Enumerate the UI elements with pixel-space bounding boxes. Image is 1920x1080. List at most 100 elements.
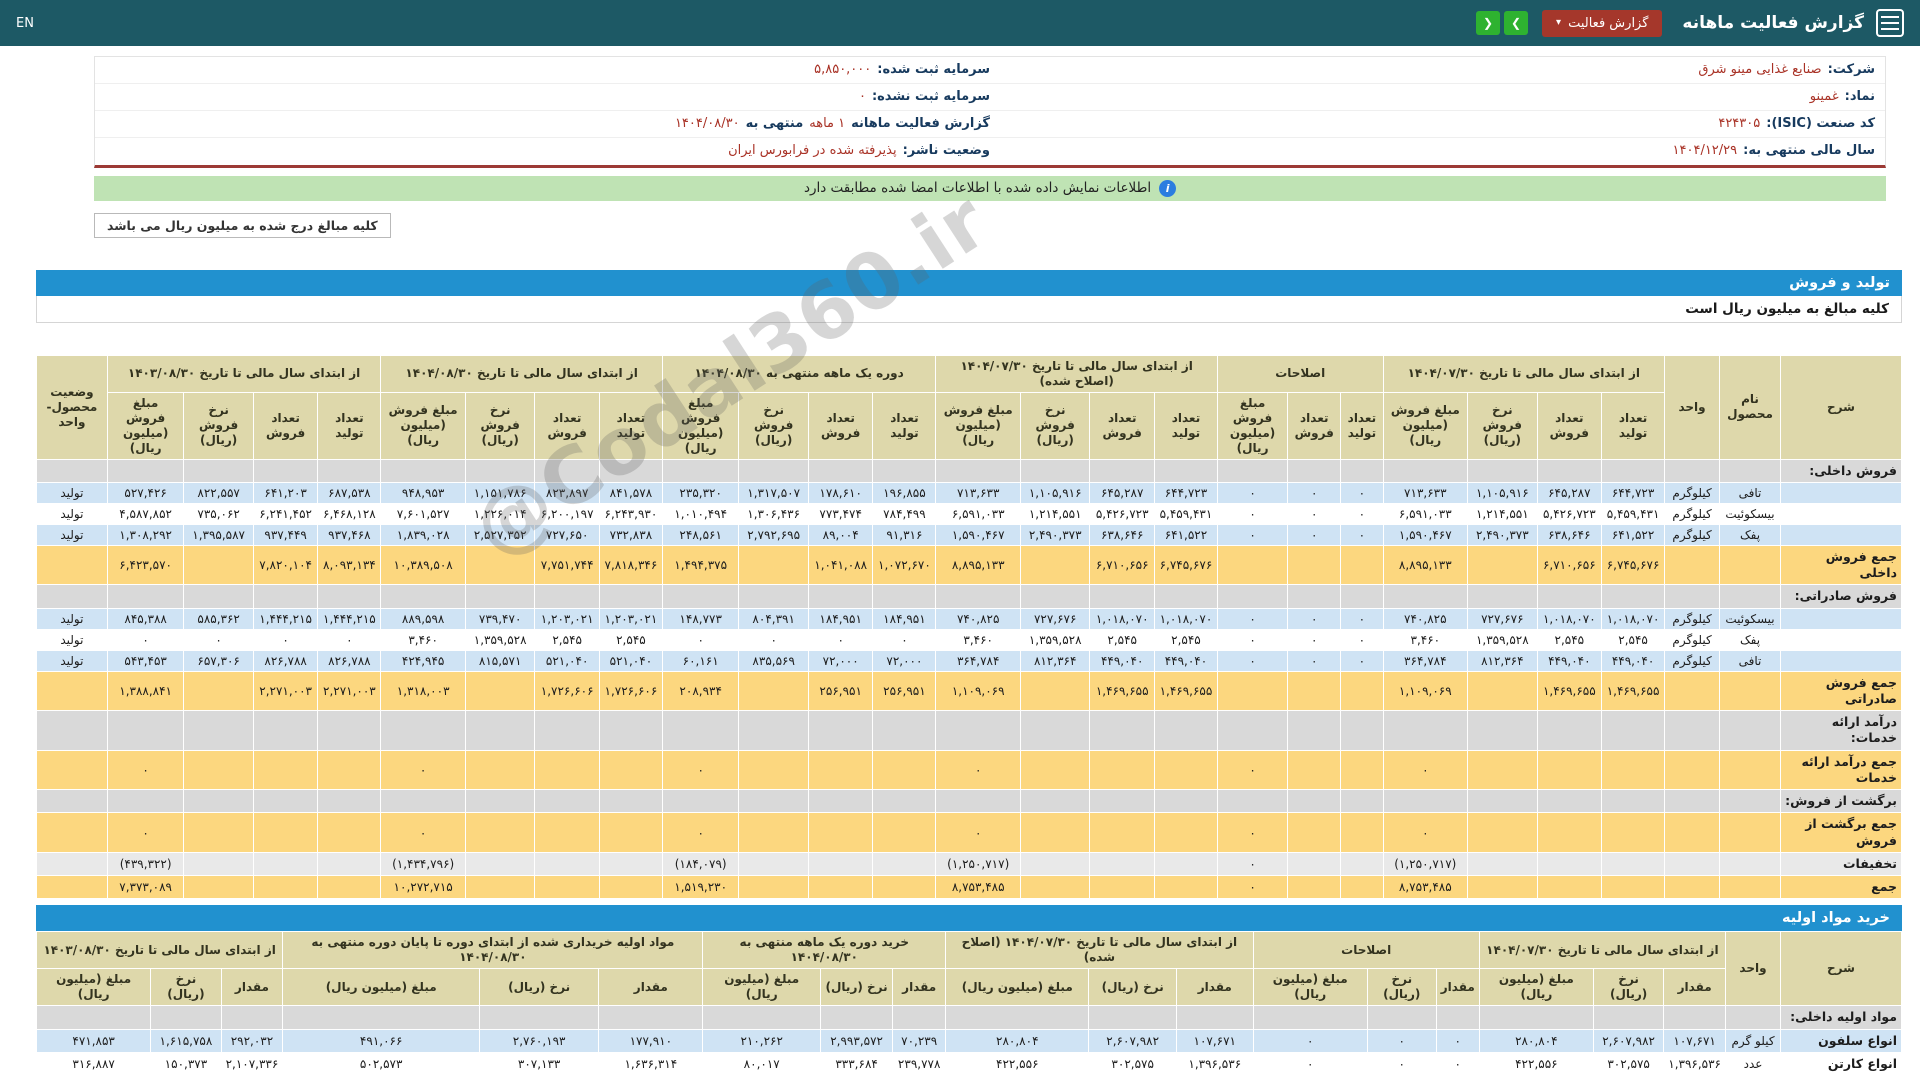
value-cell <box>1601 710 1666 751</box>
value-cell: ۱,۳۵۹,۵۲۸ <box>464 628 536 651</box>
value-cell: ۸۲۲,۵۵۷ <box>183 481 254 504</box>
row-label: انواع کارتن <box>1780 1051 1902 1077</box>
row-label <box>1780 502 1902 525</box>
isic-label: کد صنعت (ISIC): <box>1766 116 1875 132</box>
value-cell: ۷۳۵,۰۶۲ <box>183 502 254 525</box>
value-cell: ۲,۹۹۳,۵۷۲ <box>819 1028 894 1053</box>
value-cell <box>1467 789 1538 814</box>
row-meta <box>1719 851 1781 877</box>
report-export-icon[interactable] <box>1876 9 1904 37</box>
value-cell: (۱,۴۳۴,۷۹۶) <box>380 851 466 877</box>
value-cell: ۲,۲۷۱,۰۰۳ <box>317 670 382 712</box>
value-cell: ۱,۳۰۶,۴۳۶ <box>738 502 809 525</box>
prev-report-button[interactable]: ❯ <box>1504 11 1529 35</box>
value-cell <box>807 710 874 751</box>
value-cell: ۷۰,۲۳۹ <box>892 1028 947 1053</box>
disc-row: تخفیفات (۱,۲۵۰,۷۱۷) ۰ (۱,۲۵۰,۷۱۷) (۱۸۴,۰۷۹) (… <box>36 851 1902 877</box>
value-cell: ۲,۴۹۰,۳۷۳ <box>1019 523 1091 546</box>
value-cell <box>464 875 536 900</box>
row-label <box>1780 628 1902 651</box>
value-cell: ۴۴۹,۰۴۰ <box>1089 649 1155 672</box>
info-row: سال مالی منتهی به: ۱۴۰۴/۱۲/۲۹ وضعیت ناشر… <box>95 138 1885 164</box>
column-group-header: اصلاحات <box>1216 354 1384 393</box>
sum-row: جمع ۸,۷۵۳,۴۸۵ ۰ ۸,۷۵۳,۴۸۵ ۱,۵۱۹,۲۳۰ ۱۰,۲۷۲,۷۱… <box>36 875 1902 900</box>
value-cell <box>534 789 600 814</box>
row-label <box>1780 649 1902 672</box>
status-cell <box>36 544 108 586</box>
value-cell: ۱,۳۸۸,۸۴۱ <box>106 670 185 712</box>
report-period-mid: منتهی به <box>745 116 804 132</box>
value-cell: ۱,۳۹۶,۵۳۶ <box>1175 1051 1254 1077</box>
value-cell: ۹۴۸,۹۵۳ <box>380 481 466 504</box>
value-cell: ۱,۳۱۸,۰۰۳ <box>380 670 466 712</box>
value-cell <box>464 749 536 791</box>
value-cell: ۸۹,۰۰۴ <box>807 523 874 546</box>
value-cell: ۱۸۴,۹۵۱ <box>807 607 874 630</box>
value-cell <box>1019 812 1091 853</box>
value-cell: ۸۱۲,۳۶۴ <box>1467 649 1538 672</box>
column-subheader: مبلغ فروش (میلیون ریال) <box>661 391 740 460</box>
column-subheader: تعداد تولید <box>1153 391 1218 460</box>
value-cell: ۰ <box>1287 502 1342 525</box>
value-cell <box>317 789 382 814</box>
value-cell: ۰ <box>1216 628 1289 651</box>
value-cell: ۰ <box>380 812 466 853</box>
sum-row: جمع فروش صادراتی ۱,۴۶۹,۶۵۵ ۱,۴۶۹,۶۵۵ ۱,۱۰۹,… <box>36 670 1902 712</box>
product-row: پفک کیلوگرم ۶۴۱,۵۲۲ ۶۳۸,۶۴۶ ۲,۴۹۰,۳۷۳ ۱,۵۹۰,۴… <box>36 523 1902 546</box>
value-cell: ۶,۴۶۸,۱۲۸ <box>317 502 382 525</box>
value-cell: ۸۰۴,۳۹۱ <box>738 607 809 630</box>
language-toggle[interactable]: EN <box>16 16 34 31</box>
value-cell <box>661 789 740 814</box>
value-cell <box>1216 458 1289 483</box>
value-cell <box>1536 812 1603 853</box>
value-cell <box>220 1005 284 1030</box>
company-value[interactable]: صنایع غذایی مینو شرق <box>1698 60 1821 80</box>
column-group-header: از ابتدای سال مالی تا تاریخ ۱۴۰۴/۰۷/۳۰ (… <box>945 931 1254 970</box>
value-cell <box>464 812 536 853</box>
value-cell <box>807 749 874 791</box>
value-cell <box>464 584 536 609</box>
value-cell: ۱,۲۱۴,۵۵۱ <box>1019 502 1091 525</box>
value-cell: ۶۸۷,۵۳۸ <box>317 481 382 504</box>
value-cell: ۹۳۷,۴۶۸ <box>317 523 382 546</box>
value-cell <box>1216 544 1289 586</box>
report-type-dropdown[interactable]: گزارش فعالیت ▾ <box>1542 9 1663 37</box>
column-subheader: تعداد فروش <box>1536 391 1603 460</box>
column-subheader: مبلغ فروش (میلیون ریال) <box>935 391 1021 460</box>
value-cell <box>464 458 536 483</box>
row-label: فروش صادراتی: <box>1780 584 1902 609</box>
value-cell <box>807 875 874 900</box>
value-cell <box>1536 584 1603 609</box>
row-meta <box>1719 670 1781 712</box>
value-cell: ۸,۸۹۵,۱۳۳ <box>1382 544 1469 586</box>
value-cell: ۱,۷۲۶,۶۰۶ <box>534 670 600 712</box>
value-cell: ۲,۵۴۵ <box>534 628 600 651</box>
value-cell <box>380 584 466 609</box>
value-cell <box>807 812 874 853</box>
column-subheader: مبلغ (میلیون ریال) <box>1478 968 1594 1007</box>
value-cell <box>1019 584 1091 609</box>
column-subheader: مقدار <box>1663 968 1726 1007</box>
value-cell: ۶۳۸,۶۴۶ <box>1536 523 1603 546</box>
column-subheader: نرخ فروش (ریال) <box>464 391 536 460</box>
value-cell <box>1592 1005 1665 1030</box>
row-meta <box>1664 749 1721 791</box>
section-row: برگشت از فروش: <box>36 789 1902 814</box>
value-cell <box>738 812 809 853</box>
value-cell <box>252 875 319 900</box>
column-subheader: تعداد فروش <box>807 391 874 460</box>
row-meta: کیلوگرم <box>1664 628 1721 651</box>
value-cell: ۶,۷۴۵,۶۷۶ <box>1153 544 1218 586</box>
value-cell: ۷۷۳,۴۷۴ <box>807 502 874 525</box>
symbol-label: نماد: <box>1844 89 1875 105</box>
symbol-value[interactable]: غمینو <box>1810 87 1839 107</box>
value-cell <box>534 749 600 791</box>
value-cell <box>1340 544 1384 586</box>
value-cell <box>183 789 254 814</box>
value-cell: ۱,۴۶۹,۶۵۵ <box>1536 670 1603 712</box>
issuer-status-pair: وضعیت ناشر: پذیرفته شده در فرابورس ایران <box>105 141 990 161</box>
value-cell: ۸,۷۵۳,۴۸۵ <box>1382 875 1469 900</box>
next-report-button[interactable]: ❮ <box>1476 11 1501 35</box>
row-label: جمع <box>1780 875 1902 900</box>
value-cell: ۰ <box>1340 502 1384 525</box>
